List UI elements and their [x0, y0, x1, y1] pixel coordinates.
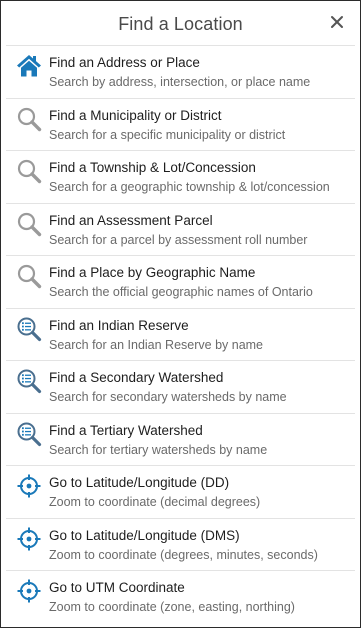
magnifier-icon [16, 158, 42, 184]
option-goto-latlong-dd[interactable]: Go to Latitude/Longitude (DD) Zoom to co… [6, 466, 355, 519]
option-find-tertiary-watershed[interactable]: Find a Tertiary Watershed Search for ter… [6, 414, 355, 466]
option-description: Zoom to coordinate (degrees, minutes, se… [49, 547, 318, 562]
dialog-title: Find a Location [118, 14, 243, 34]
close-icon[interactable] [327, 12, 347, 32]
option-find-assessment-parcel[interactable]: Find an Assessment Parcel Search for a p… [6, 204, 355, 256]
option-label: Go to Latitude/Longitude (DD) [49, 475, 230, 490]
option-label: Go to UTM Coordinate [49, 580, 185, 595]
dialog-header: Find a Location [6, 1, 355, 46]
option-label: Find a Tertiary Watershed [49, 422, 203, 438]
option-description: Search for tertiary watersheds by name [49, 442, 268, 457]
find-location-dialog: Find a Location Find an Address or Place… [0, 0, 361, 628]
option-goto-utm[interactable]: Go to UTM Coordinate Zoom to coordinate … [6, 571, 355, 623]
crosshair-icon [16, 526, 42, 552]
option-description: Zoom to coordinate (zone, easting, north… [49, 600, 295, 614]
option-description: Search for a specific municipality or di… [49, 127, 286, 142]
magnifier-icon [16, 263, 42, 289]
option-description: Search for a parcel by assessment roll n… [49, 232, 308, 247]
option-description: Search the official geographic names of … [49, 285, 313, 299]
option-goto-latlong-dms[interactable]: Go to Latitude/Longitude (DMS) Zoom to c… [6, 519, 355, 571]
magnifier-icon [16, 106, 42, 132]
option-description: Search for a geographic township & lot/c… [49, 180, 330, 194]
list-search-icon [16, 368, 42, 394]
option-label: Find an Address or Place [49, 55, 200, 70]
option-label: Find an Assessment Parcel [49, 212, 213, 228]
option-find-secondary-watershed[interactable]: Find a Secondary Watershed Search for se… [6, 361, 355, 414]
list-search-icon [16, 421, 42, 447]
option-description: Search for an Indian Reserve by name [49, 337, 264, 352]
list-search-icon [16, 316, 42, 342]
option-description: Search for secondary watersheds by name [49, 390, 287, 404]
option-label: Go to Latitude/Longitude (DMS) [49, 527, 240, 543]
crosshair-icon [16, 578, 42, 604]
option-description: Search by address, intersection, or plac… [49, 75, 311, 89]
option-find-township[interactable]: Find a Township & Lot/Concession Search … [6, 151, 355, 204]
option-find-municipality[interactable]: Find a Municipality or District Search f… [6, 99, 355, 151]
magnifier-icon [16, 211, 42, 237]
option-find-geographic-name[interactable]: Find a Place by Geographic Name Search t… [6, 256, 355, 309]
option-label: Find an Indian Reserve [49, 317, 189, 333]
option-find-address[interactable]: Find an Address or Place Search by addre… [6, 46, 355, 99]
option-description: Zoom to coordinate (decimal degrees) [49, 495, 261, 509]
option-label: Find a Secondary Watershed [49, 370, 224, 385]
search-options-list: Find an Address or Place Search by addre… [6, 46, 355, 623]
option-label: Find a Township & Lot/Concession [49, 160, 256, 175]
option-label: Find a Municipality or District [49, 107, 222, 123]
option-find-indian-reserve[interactable]: Find an Indian Reserve Search for an Ind… [6, 309, 355, 361]
home-icon [16, 53, 42, 79]
crosshair-icon [16, 473, 42, 499]
option-label: Find a Place by Geographic Name [49, 265, 256, 280]
